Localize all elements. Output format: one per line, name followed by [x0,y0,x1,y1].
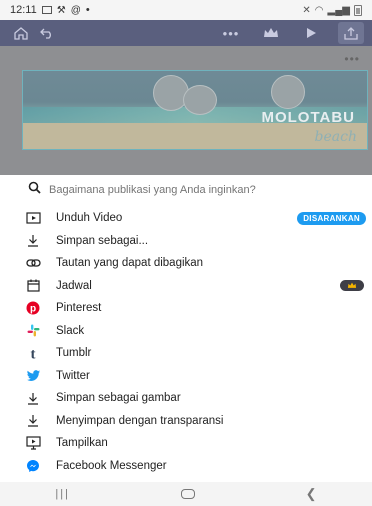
crown-icon [347,282,357,289]
app-notification-icon: ⚒ [56,4,66,16]
more-options-icon[interactable]: ••• [218,22,244,44]
link-icon [24,255,42,271]
calendar-icon [24,278,42,294]
gallery-notification-icon [41,6,52,14]
status-dot: • [85,4,90,16]
recommended-badge: DISARANKAN [297,211,366,225]
search-input[interactable] [49,184,349,196]
twitter-icon [24,368,42,384]
option-download-video[interactable]: Unduh Video DISARANKAN [0,207,372,230]
download-icon [24,413,42,429]
editor-toolbar: ••• [0,20,372,46]
battery-icon [354,4,362,16]
photo-circle [183,85,217,115]
option-tumblr[interactable]: t Tumblr [0,342,372,365]
option-schedule[interactable]: Jadwal [0,275,372,298]
mute-icon: ✕ [302,4,311,16]
search-icon [28,181,41,199]
slack-icon [24,323,42,339]
design-title: MOLOTABU [261,109,355,126]
page-more-icon[interactable]: ••• [344,52,360,66]
option-pinterest[interactable]: p Pinterest [0,297,372,320]
option-twitter[interactable]: Twitter [0,365,372,388]
recent-apps-icon[interactable]: ||| [55,488,70,500]
video-icon [24,210,42,226]
editor-background: ••• ••• MOLOTABU beach [0,20,372,175]
option-slack[interactable]: Slack [0,320,372,343]
pro-crown-badge [340,280,364,292]
play-icon[interactable] [298,22,324,44]
svg-text:p: p [30,304,36,315]
status-bar: 12:11 ⚒ @ • ✕ ◠ ▂▄▆ [0,0,372,20]
publish-search [0,175,372,205]
download-icon [24,233,42,249]
back-nav-icon[interactable]: ❮ [306,486,317,502]
design-preview: MOLOTABU beach [22,70,368,150]
at-notification-icon: @ [70,4,81,16]
tumblr-icon: t [24,345,42,361]
publish-options-list: Unduh Video DISARANKAN Simpan sebagai...… [0,207,372,477]
messenger-icon [24,458,42,474]
undo-icon[interactable] [34,22,60,44]
photo-circle [271,75,305,109]
option-save-transparent[interactable]: Menyimpan dengan transparansi [0,410,372,433]
option-shareable-link[interactable]: Tautan yang dapat dibagikan [0,252,372,275]
crown-icon[interactable] [258,22,284,44]
option-facebook-messenger[interactable]: Facebook Messenger [0,455,372,478]
home-nav-icon[interactable] [180,489,195,499]
download-icon [24,390,42,406]
status-time: 12:11 [10,4,37,16]
option-save-as[interactable]: Simpan sebagai... [0,230,372,253]
wifi-icon: ◠ [314,4,324,16]
svg-text:t: t [31,347,36,361]
pinterest-icon: p [24,300,42,316]
share-icon[interactable] [338,22,364,44]
present-icon [24,435,42,451]
signal-icon: ▂▄▆ [327,4,350,16]
system-nav-bar: ||| ❮ [0,482,372,506]
option-present[interactable]: Tampilkan [0,432,372,455]
home-icon[interactable] [8,22,34,44]
design-subtitle: beach [314,129,357,145]
option-save-as-image[interactable]: Simpan sebagai gambar [0,387,372,410]
